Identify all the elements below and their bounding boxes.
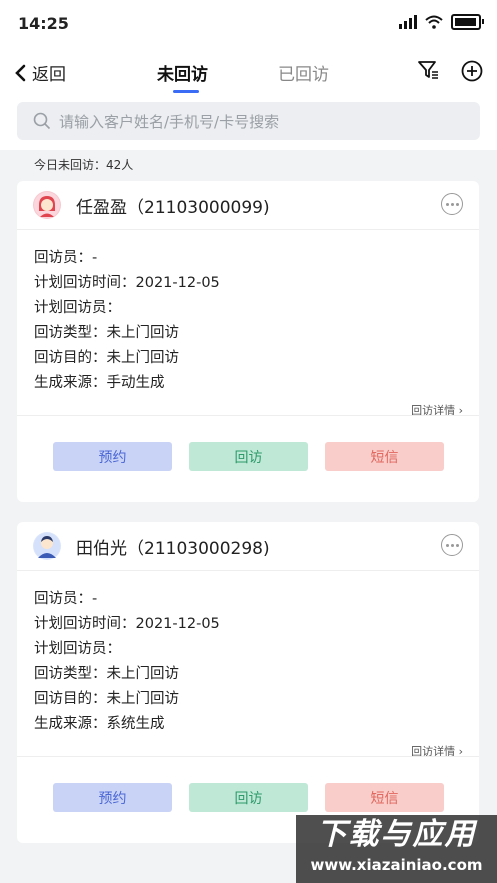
- reserve-button[interactable]: 预约: [53, 442, 172, 471]
- tab-underline: [173, 90, 199, 93]
- source-line: 生成来源：系统生成: [34, 716, 165, 732]
- watermark-title: 下载与应用: [316, 817, 477, 852]
- plan-time-line: 计划回访时间：2021-12-05: [34, 616, 220, 632]
- more-icon[interactable]: [441, 534, 463, 556]
- pending-count: 今日未回访：42人: [34, 158, 134, 172]
- back-label: 返回: [32, 65, 66, 85]
- sms-button[interactable]: 短信: [325, 442, 444, 471]
- watermark-url: www.xiazainiao.com: [310, 856, 483, 874]
- watermark: 下载与应用 www.xiazainiao.com: [296, 815, 497, 883]
- chevron-left-icon: [15, 64, 26, 81]
- status-time: 14:25: [18, 14, 69, 33]
- status-bar: 14:25: [0, 0, 497, 46]
- visit-button[interactable]: 回访: [189, 442, 308, 471]
- filter-icon[interactable]: [417, 60, 439, 80]
- tab-pending[interactable]: 未回访: [157, 60, 208, 93]
- wifi-icon: [425, 15, 443, 29]
- tab-done-label: 已回访: [278, 65, 329, 85]
- reserve-button[interactable]: 预约: [53, 783, 172, 812]
- battery-icon: [451, 14, 484, 30]
- visit-purpose-line: 回访目的：未上门回访: [34, 350, 179, 366]
- customer-name: 田伯光（21103000298): [76, 538, 270, 559]
- visit-button[interactable]: 回访: [189, 783, 308, 812]
- status-icons: [399, 14, 484, 30]
- visit-purpose-line: 回访目的：未上门回访: [34, 691, 179, 707]
- avatar-male-icon: [33, 532, 61, 560]
- visitor-line: 回访员：-: [34, 591, 98, 607]
- search-input[interactable]: 请输入客户姓名/手机号/卡号搜索: [17, 102, 480, 140]
- visit-card[interactable]: 任盈盈（21103000099) 回访员：- 计划回访时间：2021-12-05…: [17, 181, 479, 502]
- nav-bar: 返回 未回访 已回访: [0, 46, 497, 98]
- search-area: 请输入客户姓名/手机号/卡号搜索: [0, 98, 497, 150]
- visit-type-line: 回访类型：未上门回访: [34, 666, 179, 682]
- source-line: 生成来源：手动生成: [34, 375, 165, 391]
- back-button[interactable]: 返回: [14, 60, 66, 85]
- search-placeholder: 请输入客户姓名/手机号/卡号搜索: [59, 112, 280, 131]
- visitor-line: 回访员：-: [34, 250, 98, 266]
- more-icon[interactable]: [441, 193, 463, 215]
- signal-icon: [399, 15, 417, 29]
- plan-visitor-line: 计划回访员：: [34, 641, 121, 657]
- customer-name: 任盈盈（21103000099): [76, 197, 270, 218]
- add-icon[interactable]: [461, 60, 483, 82]
- plan-time-line: 计划回访时间：2021-12-05: [34, 275, 220, 291]
- visit-type-line: 回访类型：未上门回访: [34, 325, 179, 341]
- sms-button[interactable]: 短信: [325, 783, 444, 812]
- visit-card[interactable]: 田伯光（21103000298) 回访员：- 计划回访时间：2021-12-05…: [17, 522, 479, 843]
- tab-done[interactable]: 已回访: [278, 60, 329, 85]
- avatar-female-icon: [33, 191, 61, 219]
- tab-pending-label: 未回访: [157, 65, 208, 85]
- plan-visitor-line: 计划回访员：: [34, 300, 121, 316]
- search-icon: [33, 112, 51, 130]
